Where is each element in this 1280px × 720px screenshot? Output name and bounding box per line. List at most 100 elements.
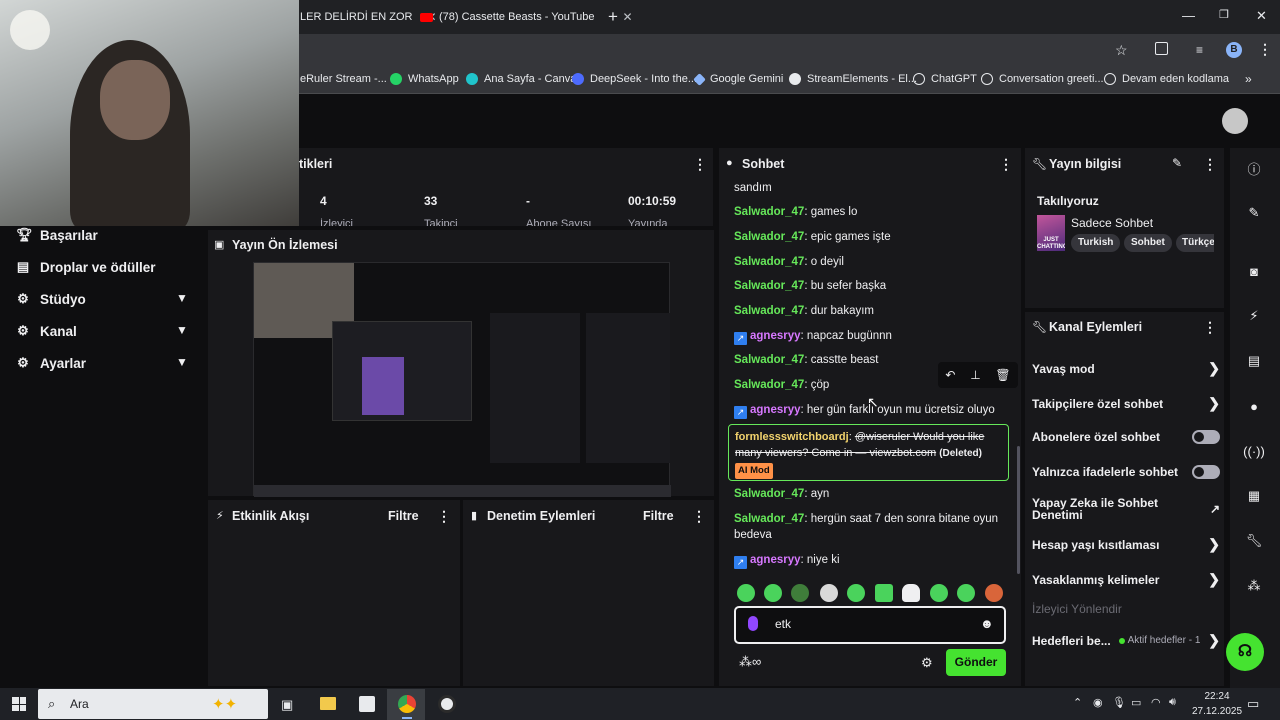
chat-username[interactable]: Salwador_47 (734, 305, 804, 317)
chat-message[interactable]: ↗ agnesryy: napcaz bugünnn (734, 328, 1009, 345)
microphone-tray-icon[interactable]: 🎙︎ (1112, 696, 1126, 709)
extensions-icon[interactable] (1155, 42, 1168, 55)
category-name[interactable]: Sadece Sohbet (1071, 216, 1153, 230)
nav-item-channel[interactable]: ⚙ Kanal (16, 323, 77, 339)
action-subs-only[interactable]: Abonelere özel sohbet (1032, 430, 1220, 444)
chat-scrollbar[interactable] (1017, 446, 1020, 574)
chevron-down-icon[interactable]: ▼ (176, 323, 188, 337)
microphone-icon[interactable] (748, 616, 758, 631)
reply-icon[interactable]: ↶ (945, 368, 955, 382)
windows-start-icon[interactable] (12, 697, 26, 711)
chat-username[interactable]: agnesryy (750, 404, 801, 416)
chat-bubble-icon[interactable]: ● (1238, 390, 1270, 422)
gear-icon[interactable]: ⚙ (921, 655, 933, 671)
chat-username[interactable]: Salwador_47 (734, 379, 804, 391)
emote-icon[interactable] (737, 584, 755, 602)
profile-avatar[interactable]: B (1226, 42, 1242, 58)
volume-icon[interactable]: 🔊︎ (1169, 696, 1176, 709)
star-icon[interactable]: ☆ (1115, 42, 1128, 59)
activity-filter-button[interactable]: Filtre (388, 509, 419, 523)
kebab-icon[interactable]: ⋮ (1203, 319, 1217, 336)
media-icon[interactable]: ≡ (1196, 43, 1203, 57)
more-bookmarks-icon[interactable]: » (1245, 72, 1252, 86)
obs-icon[interactable] (438, 695, 456, 713)
notes-icon[interactable]: ▤ (1238, 345, 1270, 377)
pin-icon[interactable]: ⊥ (970, 368, 980, 382)
emote-icon[interactable] (875, 584, 893, 602)
bookmark[interactable]: Google Gemini (693, 72, 783, 86)
delete-icon[interactable]: 🗑︎ (995, 368, 1010, 382)
wifi-icon[interactable]: ◠ (1151, 696, 1161, 709)
mod-filter-button[interactable]: Filtre (643, 509, 674, 523)
nav-item-drops[interactable]: ▤ Droplar ve ödüller (16, 259, 156, 275)
bookmark[interactable]: Conversation greeti... (981, 73, 1104, 85)
kebab-icon[interactable]: ⋮ (693, 156, 707, 173)
chat-message[interactable]: Salwador_47: dur bakayım (734, 303, 1009, 319)
category-cover[interactable]: JUST CHATTING (1037, 215, 1065, 251)
nav-item-settings[interactable]: ⚙ Ayarlar (16, 355, 86, 371)
chat-message[interactable]: Salwador_47: games lo (734, 204, 1009, 220)
window-close-icon[interactable]: ✕ (1256, 8, 1267, 24)
emote-icon[interactable] (957, 584, 975, 602)
chat-username[interactable]: Salwador_47 (734, 256, 804, 268)
emote-only-toggle[interactable] (1192, 465, 1220, 479)
bookmark[interactable]: StreamElements - El... (789, 73, 917, 85)
store-icon[interactable] (359, 696, 375, 712)
stream-preview-video[interactable] (253, 262, 671, 497)
emote-icon[interactable] (902, 584, 920, 602)
chat-username[interactable]: agnesryy (750, 554, 801, 566)
user-avatar[interactable] (1222, 108, 1248, 134)
action-goals[interactable]: Hedefleri be... Aktif hedefler - 1 ❯ (1032, 632, 1220, 649)
pencil-icon[interactable]: ✎ (1238, 197, 1270, 229)
taskbar-date[interactable]: 27.12.2025 (1188, 706, 1246, 717)
chat-message[interactable]: Salwador_47: hergün saat 7 den sonra bit… (734, 511, 1009, 543)
tag-chip[interactable]: Sohbet (1124, 234, 1172, 252)
chat-username[interactable]: Salwador_47 (734, 231, 804, 243)
chat-username[interactable]: Salwador_47 (734, 354, 804, 366)
extensions-icon[interactable]: ⁂ (1238, 570, 1270, 602)
notification-icon[interactable]: ▭ (1247, 696, 1259, 712)
file-explorer-icon[interactable] (320, 697, 336, 710)
chat-username[interactable]: Salwador_47 (734, 206, 804, 218)
bookmark[interactable]: WhatsApp (390, 73, 459, 85)
nav-item-studio[interactable]: ⚙ Stüdyo (16, 291, 86, 307)
subs-only-toggle[interactable] (1192, 430, 1220, 444)
action-ai-moderation[interactable]: Yapay Zeka ile Sohbet Denetimi ↗ (1032, 497, 1220, 521)
menu-icon[interactable]: ⋮ (1258, 41, 1272, 58)
task-view-icon[interactable]: ▣ (281, 697, 293, 713)
chevron-down-icon[interactable]: ▼ (176, 291, 188, 305)
action-account-age[interactable]: Hesap yaşı kısıtlaması ❯ (1032, 536, 1220, 553)
chat-message[interactable]: Salwador_47: epic games işte (734, 229, 1009, 245)
chat-username[interactable]: Salwador_47 (734, 488, 804, 500)
kebab-icon[interactable]: ⋮ (437, 508, 451, 525)
tag-chip[interactable]: Türkçe (1176, 234, 1214, 252)
wrench-icon[interactable]: 🔧︎ (1238, 525, 1270, 557)
emote-icon[interactable] (820, 584, 838, 602)
chat-message[interactable]: Salwador_47: ayn (734, 486, 1009, 502)
chat-username[interactable]: agnesryy (750, 330, 801, 342)
kebab-icon[interactable]: ⋮ (1203, 156, 1217, 173)
bolt-icon[interactable]: ⚡︎ (1238, 300, 1270, 332)
bookmark[interactable]: DeepSeek - Into the... (572, 73, 697, 85)
action-banned-words[interactable]: Yasaklanmış kelimeler ❯ (1032, 571, 1220, 588)
bookmark[interactable]: ChatGPT (913, 73, 977, 85)
bookmark[interactable]: Devam eden kodlama (1104, 73, 1229, 85)
browser-tab-youtube[interactable]: (78) Cassette Beasts - YouTube ✕ (420, 6, 633, 28)
kebab-icon[interactable]: ⋮ (692, 508, 706, 525)
emote-icon[interactable] (930, 584, 948, 602)
info-icon[interactable]: ⓘ (1238, 152, 1270, 184)
help-headset-button[interactable]: ☊ (1226, 633, 1264, 671)
tray-app-icon[interactable]: ◉ (1093, 696, 1103, 709)
flagged-message[interactable]: formlessswitchboardj: @wiseruler Would y… (728, 424, 1009, 481)
chat-username[interactable]: Salwador_47 (734, 280, 804, 292)
bookmark[interactable]: Ana Sayfa - Canva (466, 73, 576, 85)
camera-icon[interactable]: ◙ (1238, 255, 1270, 287)
emote-icon[interactable] (985, 584, 1003, 602)
new-tab-button[interactable]: + (608, 7, 618, 27)
chat-input-value[interactable]: etk (775, 617, 791, 631)
emote-icon[interactable] (791, 584, 809, 602)
chat-message[interactable]: ↗ agnesryy: niye ki (734, 552, 1009, 569)
minimize-icon[interactable]: — (1182, 8, 1195, 23)
action-emote-only[interactable]: Yalnızca ifadelerle sohbet (1032, 465, 1220, 479)
kebab-icon[interactable]: ⋮ (999, 156, 1013, 173)
